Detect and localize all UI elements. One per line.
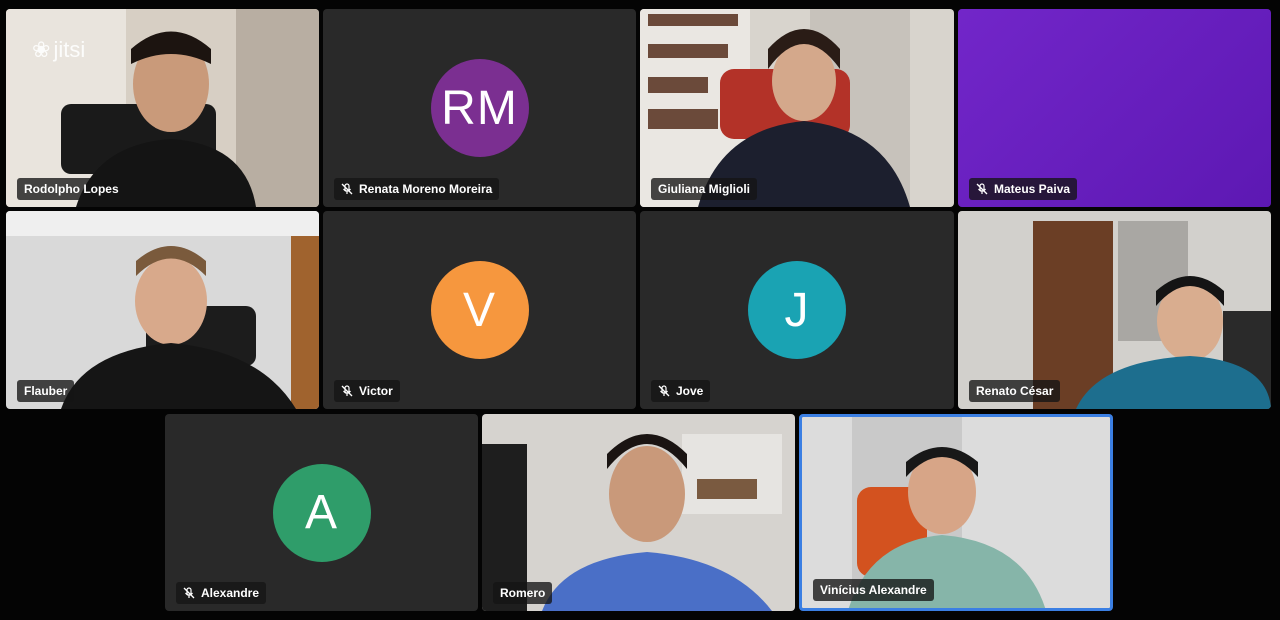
participant-name: Rodolpho Lopes	[24, 182, 119, 196]
participant-avatar: A	[272, 463, 371, 562]
participant-avatar: V	[430, 261, 529, 359]
jitsi-logo: ❀ jitsi	[32, 37, 85, 63]
participant-name-tag: Flauber	[17, 380, 75, 402]
participant-tile-romero[interactable]: Romero	[482, 414, 795, 611]
avatar-initials: V	[462, 283, 496, 337]
participant-name-tag: Mateus Paiva	[969, 178, 1078, 200]
participant-tile-rodolpho[interactable]: ❀ jitsi Rodolpho Lopes	[6, 9, 319, 207]
participant-name: Jove	[676, 384, 704, 398]
participant-name-tag: Rodolpho Lopes	[17, 178, 126, 200]
participant-name-tag: Giuliana Miglioli	[651, 178, 758, 200]
participant-name: Mateus Paiva	[994, 182, 1071, 196]
participant-name-tag: Vinícius Alexandre	[813, 579, 934, 601]
participant-name: Vinícius Alexandre	[820, 583, 927, 597]
participant-tile-victor[interactable]: V Victor	[323, 211, 636, 409]
participant-tile-renata[interactable]: RM Renata Moreno Moreira	[323, 9, 636, 207]
avatar-initials: RM	[441, 81, 518, 135]
participant-tile-flauber[interactable]: Flauber	[6, 211, 319, 409]
jitsi-logo-text: jitsi	[53, 37, 86, 62]
participant-name-tag: Alexandre	[176, 582, 267, 604]
participant-name: Giuliana Miglioli	[658, 182, 751, 196]
mic-muted-icon	[341, 183, 353, 195]
participant-name: Victor	[359, 384, 393, 398]
participant-name: Flauber	[24, 384, 68, 398]
participant-name: Romero	[500, 586, 546, 600]
participant-name: Renato César	[976, 384, 1054, 398]
participant-name-tag: Jove	[651, 380, 711, 402]
participant-name: Alexandre	[201, 586, 260, 600]
mic-muted-icon	[658, 385, 670, 397]
participant-name-tag: Renata Moreno Moreira	[334, 178, 500, 200]
participant-name-tag: Renato César	[969, 380, 1061, 402]
mic-muted-icon	[183, 587, 195, 599]
avatar-initials: A	[304, 486, 338, 539]
participant-name-tag: Victor	[334, 380, 400, 402]
participant-tile-mateus[interactable]: Mateus Paiva	[958, 9, 1271, 207]
participant-tile-renato[interactable]: Renato César	[958, 211, 1271, 409]
participant-tile-giuliana[interactable]: Giuliana Miglioli	[640, 9, 954, 207]
participant-tile-vinicius[interactable]: Vinícius Alexandre	[799, 414, 1113, 611]
participant-avatar: RM	[430, 59, 529, 157]
participant-tile-alexandre[interactable]: A Alexandre	[165, 414, 478, 611]
participant-name-tag: Romero	[493, 582, 553, 604]
avatar-initials: J	[784, 283, 810, 337]
participant-avatar: J	[748, 261, 846, 359]
participant-tile-jove[interactable]: J Jove	[640, 211, 954, 409]
jitsi-logo-icon: ❀	[32, 37, 51, 62]
participant-name: Renata Moreno Moreira	[359, 182, 493, 196]
mic-muted-icon	[976, 183, 988, 195]
mic-muted-icon	[341, 385, 353, 397]
